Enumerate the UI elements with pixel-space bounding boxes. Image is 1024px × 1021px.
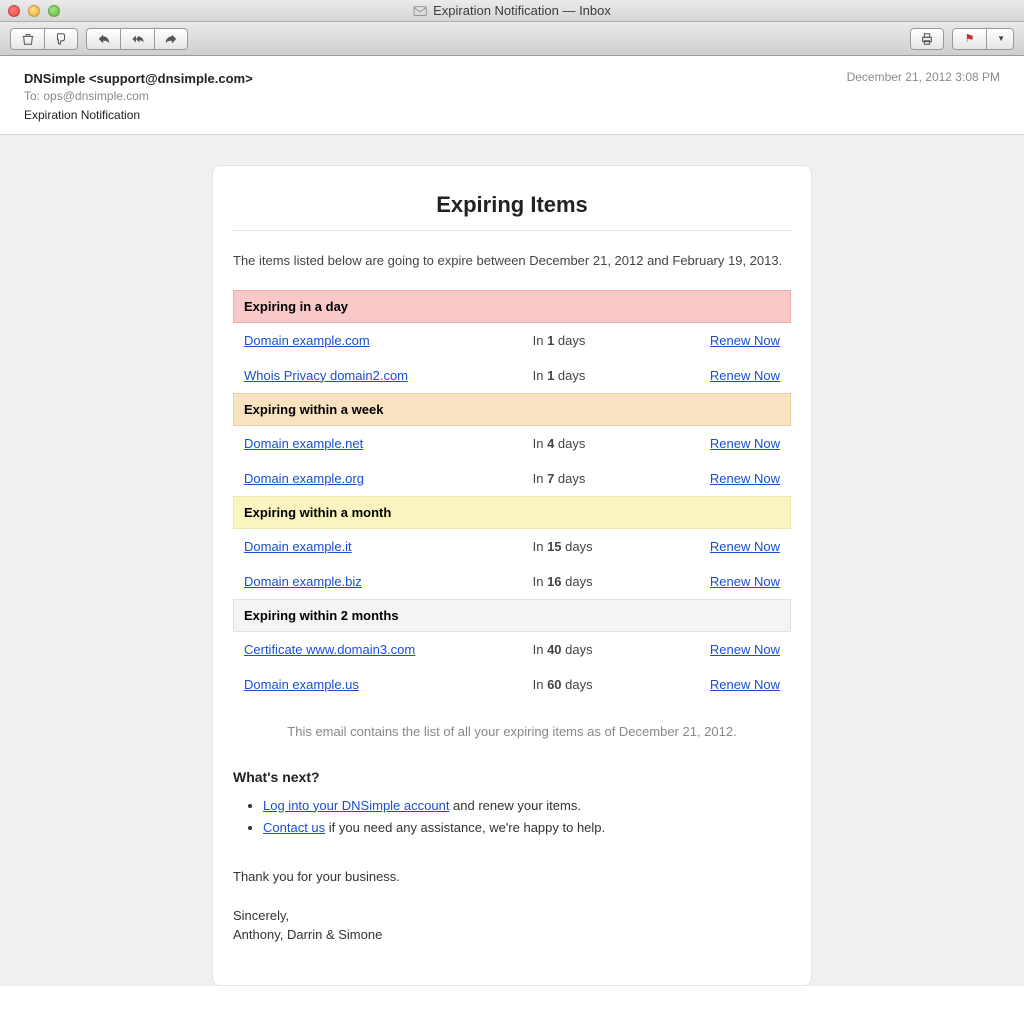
signature-names: Anthony, Darrin & Simone [233, 925, 791, 945]
renew-link[interactable]: Renew Now [710, 471, 780, 486]
card-title: Expiring Items [233, 192, 791, 231]
flag-dropdown-button[interactable]: ▼ [986, 28, 1014, 50]
whats-next-list: Log into your DNSimple account and renew… [263, 795, 791, 839]
renew-link[interactable]: Renew Now [710, 368, 780, 383]
item-link[interactable]: Domain example.it [244, 539, 352, 554]
renew-link[interactable]: Renew Now [710, 436, 780, 451]
item-link[interactable]: Domain example.us [244, 677, 359, 692]
expiring-item-row: Domain example.net In 4 days Renew Now [233, 426, 791, 461]
thumbs-down-icon [54, 32, 68, 46]
section-header: Expiring within a month [233, 496, 791, 529]
days-text: In 7 days [533, 471, 677, 486]
item-link[interactable]: Domain example.net [244, 436, 363, 451]
section-header: Expiring within 2 months [233, 599, 791, 632]
forward-icon [164, 32, 178, 46]
print-button[interactable] [910, 28, 944, 50]
next-link[interactable]: Contact us [263, 820, 325, 835]
days-text: In 60 days [533, 677, 677, 692]
signature: Sincerely, Anthony, Darrin & Simone [233, 906, 791, 945]
window-title: Expiration Notification — Inbox [413, 3, 611, 18]
flag-button[interactable]: ⚑ [952, 28, 986, 50]
printer-icon [920, 32, 934, 46]
renew-link[interactable]: Renew Now [710, 677, 780, 692]
intro-text: The items listed below are going to expi… [233, 253, 791, 268]
section-header: Expiring within a week [233, 393, 791, 426]
expiring-item-row: Domain example.biz In 16 days Renew Now [233, 564, 791, 599]
expiring-item-row: Domain example.org In 7 days Renew Now [233, 461, 791, 496]
delete-button[interactable] [10, 28, 44, 50]
expiring-item-row: Whois Privacy domain2.com In 1 days Renew … [233, 358, 791, 393]
item-link[interactable]: Certificate www.domain3.com [244, 642, 415, 657]
days-text: In 1 days [533, 333, 677, 348]
to-line: To: ops@dnsimple.com [24, 88, 253, 105]
subject-line: Expiration Notification [24, 107, 253, 124]
flag-icon: ⚑ [965, 32, 975, 45]
from-line: DNSimple <support@dnsimple.com> [24, 70, 253, 88]
item-link[interactable]: Whois Privacy domain2.com [244, 368, 408, 383]
renew-link[interactable]: Renew Now [710, 333, 780, 348]
closing: Sincerely, [233, 906, 791, 926]
reply-icon [97, 32, 111, 46]
renew-link[interactable]: Renew Now [710, 574, 780, 589]
toolbar: ⚑ ▼ [0, 22, 1024, 56]
traffic-lights [8, 5, 60, 17]
trash-icon [21, 32, 35, 46]
envelope-icon [413, 4, 427, 18]
item-link[interactable]: Domain example.biz [244, 574, 362, 589]
expiring-item-row: Domain example.it In 15 days Renew Now [233, 529, 791, 564]
reply-all-icon [131, 32, 145, 46]
whats-next-heading: What's next? [233, 769, 791, 785]
reply-button[interactable] [86, 28, 120, 50]
days-text: In 15 days [533, 539, 677, 554]
list-item: Log into your DNSimple account and renew… [263, 795, 791, 817]
days-text: In 16 days [533, 574, 677, 589]
to-label: To: [24, 89, 40, 103]
minimize-window-button[interactable] [28, 5, 40, 17]
item-link[interactable]: Domain example.org [244, 471, 364, 486]
window-title-text: Expiration Notification — Inbox [433, 3, 611, 18]
junk-button[interactable] [44, 28, 78, 50]
reply-all-button[interactable] [120, 28, 154, 50]
forward-button[interactable] [154, 28, 188, 50]
close-window-button[interactable] [8, 5, 20, 17]
next-link[interactable]: Log into your DNSimple account [263, 798, 449, 813]
expiring-item-row: Certificate www.domain3.com In 40 days Ren… [233, 632, 791, 667]
section-header: Expiring in a day [233, 290, 791, 323]
timestamp: December 21, 2012 3:08 PM [847, 70, 1000, 84]
to-value: ops@dnsimple.com [43, 89, 149, 103]
chevron-down-icon: ▼ [997, 34, 1005, 43]
footnote: This email contains the list of all your… [233, 724, 791, 739]
window-titlebar: Expiration Notification — Inbox [0, 0, 1024, 22]
days-text: In 40 days [533, 642, 677, 657]
email-card: Expiring Items The items listed below ar… [212, 165, 812, 986]
mail-body: Expiring Items The items listed below ar… [0, 135, 1024, 986]
days-text: In 4 days [533, 436, 677, 451]
renew-link[interactable]: Renew Now [710, 539, 780, 554]
days-text: In 1 days [533, 368, 677, 383]
expiring-item-row: Domain example.com In 1 days Renew Now [233, 323, 791, 358]
list-item: Contact us if you need any assistance, w… [263, 817, 791, 839]
renew-link[interactable]: Renew Now [710, 642, 780, 657]
zoom-window-button[interactable] [48, 5, 60, 17]
expiring-item-row: Domain example.us In 60 days Renew Now [233, 667, 791, 702]
thanks-text: Thank you for your business. [233, 869, 791, 884]
message-header: DNSimple <support@dnsimple.com> To: ops@… [0, 56, 1024, 135]
item-link[interactable]: Domain example.com [244, 333, 370, 348]
